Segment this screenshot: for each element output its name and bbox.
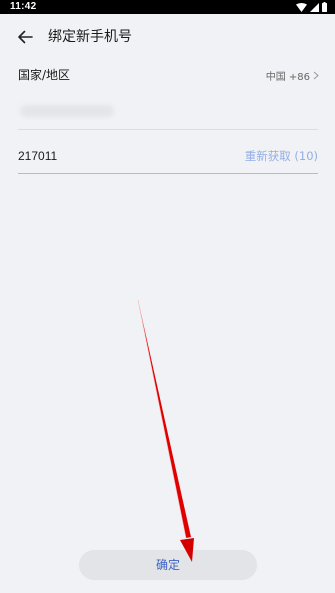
country-label: 国家/地区	[18, 68, 71, 82]
status-icons	[296, 2, 327, 12]
app-bar: 绑定新手机号	[0, 14, 335, 60]
divider	[18, 129, 318, 130]
redacted-phone-number	[20, 105, 114, 117]
back-button[interactable]	[12, 24, 38, 50]
status-time: 11:42	[10, 1, 37, 12]
country-selector[interactable]: 中国 +86	[266, 66, 319, 84]
battery-icon	[322, 2, 327, 12]
status-bar: 11:42	[0, 0, 335, 14]
page-title: 绑定新手机号	[48, 29, 132, 45]
phone-number-input[interactable]	[18, 96, 318, 126]
arrow-left-icon	[18, 30, 33, 44]
confirm-button[interactable]: 确定	[79, 550, 257, 580]
signal-icon	[310, 2, 319, 12]
country-value: 中国 +86	[265, 71, 310, 83]
resend-code-button[interactable]: 重新获取 (10)	[245, 147, 318, 165]
verification-code-input[interactable]: 217011	[18, 147, 57, 165]
annotation-arrow	[137, 299, 194, 562]
divider	[18, 173, 318, 174]
wifi-icon	[296, 2, 307, 12]
chevron-right-icon	[313, 71, 319, 79]
